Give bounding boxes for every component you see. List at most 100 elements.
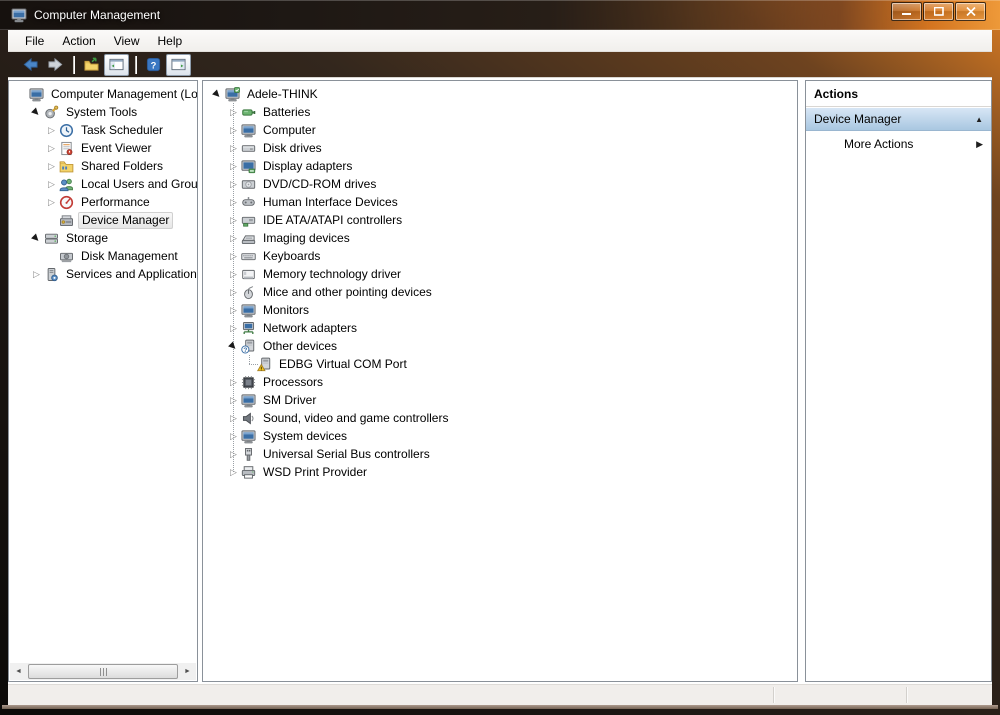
expander-closed-icon[interactable]: ▷ <box>227 103 240 121</box>
menu-action[interactable]: Action <box>53 31 104 51</box>
expander-closed-icon[interactable]: ▷ <box>227 283 240 301</box>
network-adapter-icon <box>240 320 256 336</box>
forward-button[interactable] <box>43 54 67 76</box>
titlebar[interactable]: Computer Management <box>0 0 1000 30</box>
chevron-up-icon[interactable]: ▲ <box>975 115 983 124</box>
tree-item-batteries[interactable]: ▷ Batteries <box>203 103 797 121</box>
chevron-right-icon: ▶ <box>976 138 983 149</box>
tree-item-performance[interactable]: ▷ Performance <box>9 193 197 211</box>
expander-closed-icon[interactable]: ▷ <box>30 265 43 283</box>
expander-closed-icon[interactable]: ▷ <box>227 121 240 139</box>
tree-item-mice-and-other-pointing-devices[interactable]: ▷ Mice and other pointing devices <box>203 283 797 301</box>
tree-item-system-devices[interactable]: ▷ System devices <box>203 427 797 445</box>
usb-icon <box>240 446 256 462</box>
horizontal-scrollbar[interactable]: ◄ ► <box>10 663 196 680</box>
tree-item-sound-video-and-game-controllers[interactable]: ▷ Sound, video and game controllers <box>203 409 797 427</box>
window-right-pane-icon <box>171 57 186 72</box>
expander-closed-icon[interactable]: ▷ <box>227 175 240 193</box>
expander-closed-icon[interactable]: ▷ <box>45 139 58 157</box>
tree-item-keyboards[interactable]: ▷ Keyboards <box>203 247 797 265</box>
tree-item-memory-technology-driver[interactable]: ▷ Memory technology driver <box>203 265 797 283</box>
scrollbar-thumb[interactable] <box>28 664 178 679</box>
tree-item-computer-management-local[interactable]: Computer Management (Local) <box>9 85 197 103</box>
menu-file[interactable]: File <box>16 31 53 51</box>
tree-item-label: SM Driver <box>263 392 317 407</box>
show-console-tree-button[interactable] <box>104 53 129 76</box>
tree-item-label: Disk drives <box>263 140 322 155</box>
tree-item-computer[interactable]: ▷ Computer <box>203 121 797 139</box>
menu-help[interactable]: Help <box>149 31 192 51</box>
main-area: Computer Management (Local) ▶ System Tools… <box>8 78 992 684</box>
svg-text:?: ? <box>243 346 247 353</box>
expander-closed-icon[interactable]: ▷ <box>227 157 240 175</box>
expander-open-icon[interactable]: ▶ <box>30 229 43 247</box>
tree-item-shared-folders[interactable]: ▷ Shared Folders <box>9 157 197 175</box>
event-viewer-icon <box>58 140 74 156</box>
expander-closed-icon[interactable]: ▷ <box>227 409 240 427</box>
window-left-pane-icon <box>109 57 124 72</box>
tree-item-system-tools[interactable]: ▶ System Tools <box>9 103 197 121</box>
scroll-left-button[interactable]: ◄ <box>10 663 27 680</box>
tree-item-sm-driver[interactable]: ▷ SM Driver <box>203 391 797 409</box>
expander-closed-icon[interactable]: ▷ <box>45 121 58 139</box>
arrow-left-icon <box>23 57 38 72</box>
tree-item-label: Mice and other pointing devices <box>263 284 432 299</box>
tree-item-device-manager[interactable]: Device Manager <box>9 211 197 229</box>
minimize-button[interactable] <box>891 2 922 21</box>
expander-closed-icon[interactable]: ▷ <box>45 157 58 175</box>
tree-item-disk-management[interactable]: Disk Management <box>9 247 197 265</box>
console-tree-panel: Computer Management (Local) ▶ System Tools… <box>8 80 198 682</box>
tree-item-label: EDBG Virtual COM Port <box>279 356 407 371</box>
tree-item-event-viewer[interactable]: ▷ Event Viewer <box>9 139 197 157</box>
tree-item-dvd-cd-rom-drives[interactable]: ▷ DVD/CD-ROM drives <box>203 175 797 193</box>
tree-item-disk-drives[interactable]: ▷ Disk drives <box>203 139 797 157</box>
tree-item-display-adapters[interactable]: ▷ Display adapters <box>203 157 797 175</box>
expander-closed-icon[interactable]: ▷ <box>227 301 240 319</box>
tree-item-imaging-devices[interactable]: ▷ Imaging devices <box>203 229 797 247</box>
tree-item-human-interface-devices[interactable]: ▷ Human Interface Devices <box>203 193 797 211</box>
actions-group-device-manager[interactable]: Device Manager ▲ <box>806 108 991 131</box>
tree-item-local-users-and-groups[interactable]: ▷ Local Users and Groups <box>9 175 197 193</box>
expander-closed-icon[interactable]: ▷ <box>227 373 240 391</box>
back-button[interactable] <box>18 54 42 76</box>
tree-item-network-adapters[interactable]: ▷ Network adapters <box>203 319 797 337</box>
help-button[interactable]: ? <box>141 54 165 76</box>
tree-item-edbg-virtual-com-port[interactable]: EDBG Virtual COM Port <box>203 355 797 373</box>
tree-item-ide-ata-atapi-controllers[interactable]: ▷ IDE ATA/ATAPI controllers <box>203 211 797 229</box>
tree-item-other-devices[interactable]: ▶? Other devices <box>203 337 797 355</box>
expander-closed-icon[interactable]: ▷ <box>45 175 58 193</box>
expander-closed-icon[interactable]: ▷ <box>227 211 240 229</box>
expander-open-icon[interactable]: ▶ <box>30 103 43 121</box>
close-button[interactable] <box>955 2 986 21</box>
tree-item-services-and-applications[interactable]: ▷ Services and Applications <box>9 265 197 283</box>
tree-item-processors[interactable]: ▷ Processors <box>203 373 797 391</box>
more-actions-item[interactable]: More Actions ▶ <box>806 131 991 157</box>
tree-item-universal-serial-bus-controllers[interactable]: ▷ Universal Serial Bus controllers <box>203 445 797 463</box>
expander-closed-icon[interactable]: ▷ <box>227 247 240 265</box>
users-icon <box>58 176 74 192</box>
expander-open-icon[interactable]: ▶ <box>227 337 240 355</box>
tree-item-monitors[interactable]: ▷ Monitors <box>203 301 797 319</box>
show-action-pane-button[interactable] <box>166 53 191 76</box>
tree-item-storage[interactable]: ▶ Storage <box>9 229 197 247</box>
expander-closed-icon[interactable]: ▷ <box>227 445 240 463</box>
expander-closed-icon[interactable]: ▷ <box>227 319 240 337</box>
expander-open-icon[interactable]: ▶ <box>211 85 224 103</box>
menu-view[interactable]: View <box>105 31 149 51</box>
expander-closed-icon[interactable]: ▷ <box>227 463 240 481</box>
expander-closed-icon[interactable]: ▷ <box>227 427 240 445</box>
expander-closed-icon[interactable]: ▷ <box>45 193 58 211</box>
expander-closed-icon[interactable]: ▷ <box>227 229 240 247</box>
expander-closed-icon[interactable]: ▷ <box>227 391 240 409</box>
expander-closed-icon[interactable]: ▷ <box>227 265 240 283</box>
maximize-icon <box>933 7 944 16</box>
expander-closed-icon[interactable]: ▷ <box>227 193 240 211</box>
tree-item-task-scheduler[interactable]: ▷ Task Scheduler <box>9 121 197 139</box>
tree-item-wsd-print-provider[interactable]: ▷ WSD Print Provider <box>203 463 797 481</box>
scroll-right-button[interactable]: ► <box>179 663 196 680</box>
expander-closed-icon[interactable]: ▷ <box>227 139 240 157</box>
export-list-button[interactable] <box>79 54 103 76</box>
tree-item-adele-think[interactable]: ▶ Adele-THINK <box>203 85 797 103</box>
maximize-button[interactable] <box>923 2 954 21</box>
performance-icon <box>58 194 74 210</box>
